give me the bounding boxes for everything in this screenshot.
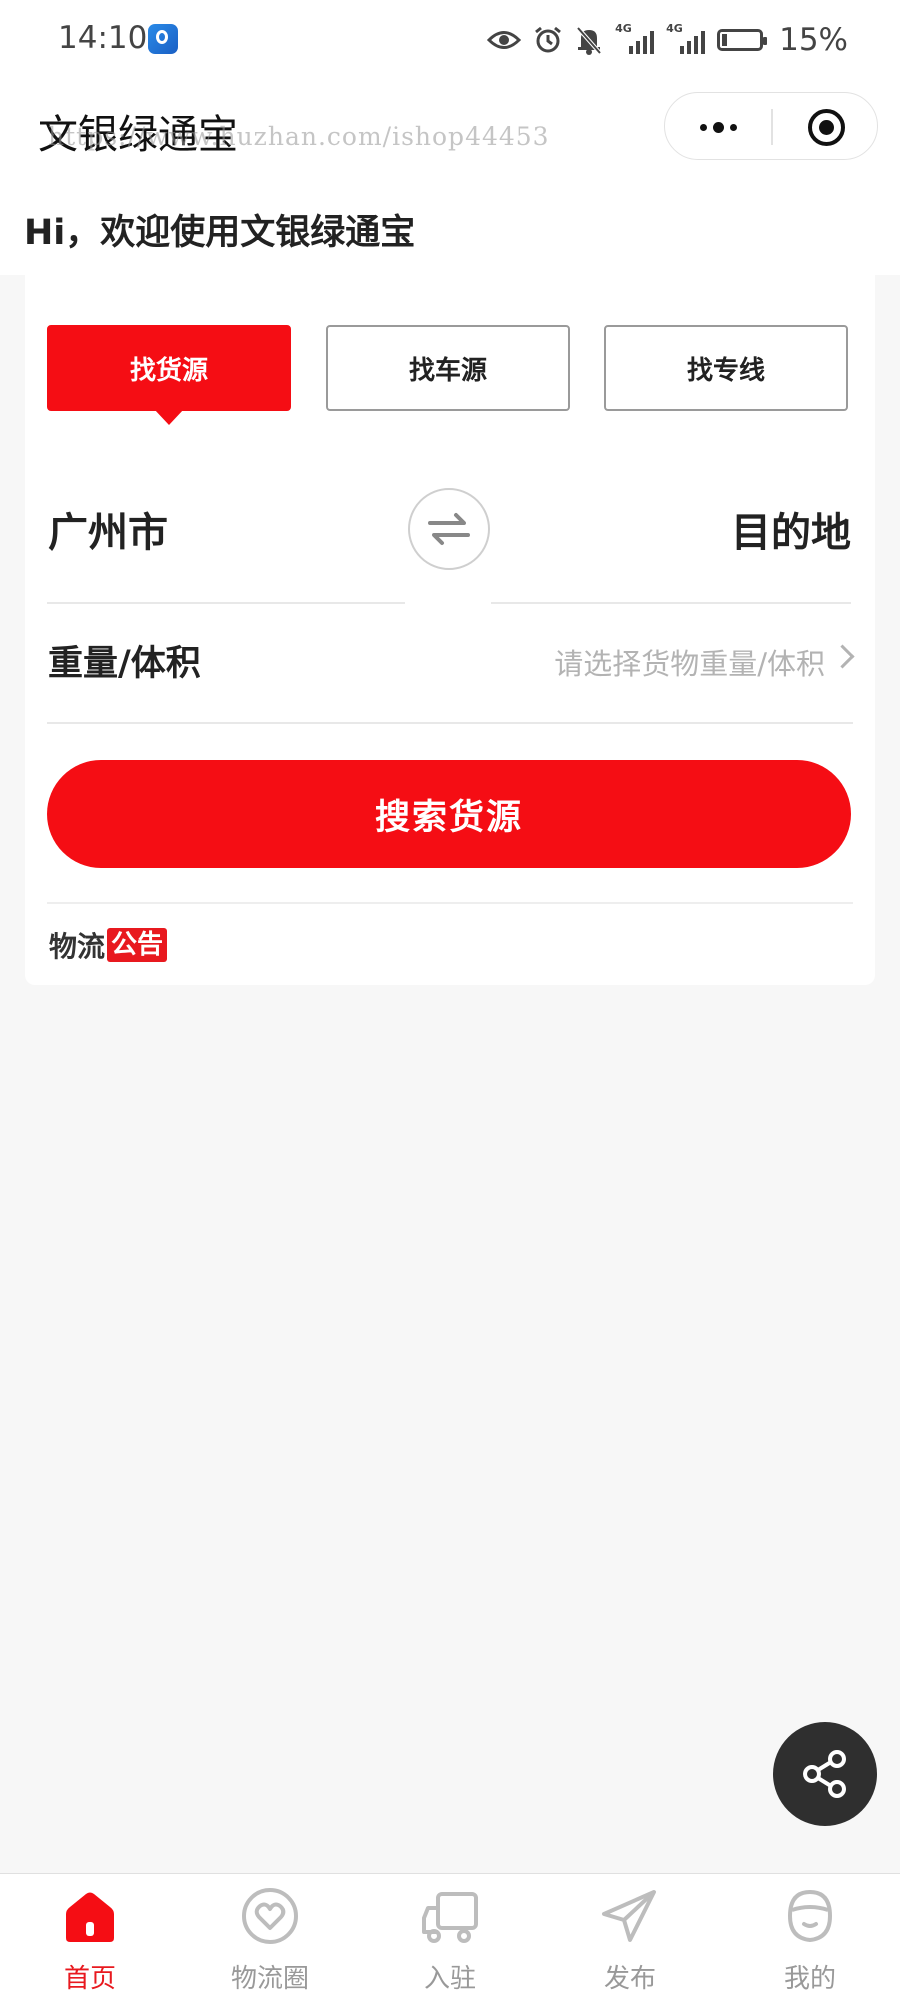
swap-icon xyxy=(428,513,470,545)
notice-badge: 公告 xyxy=(107,928,168,962)
heart-chat-icon xyxy=(242,1888,298,1944)
home-icon xyxy=(66,1892,114,1942)
eye-icon xyxy=(487,31,522,49)
divider xyxy=(47,602,405,604)
network-type-label: 4G xyxy=(666,22,683,35)
destination-city[interactable]: 目的地 xyxy=(731,500,851,558)
tab-label: 入驻 xyxy=(423,1964,476,1994)
app-notification-icon xyxy=(148,24,178,54)
tab-find-lines[interactable]: 找专线 xyxy=(604,325,848,411)
tab-join[interactable]: 入驻 xyxy=(380,1886,520,1996)
battery-percent: 15% xyxy=(779,22,848,58)
status-bar: 14:10 4G 4G 15% xyxy=(0,0,900,80)
truck-icon xyxy=(422,1892,478,1943)
signal-icon: 4G xyxy=(666,22,706,54)
divider xyxy=(47,722,853,724)
more-icon[interactable] xyxy=(665,93,771,161)
profile-icon xyxy=(787,1889,833,1943)
tab-find-goods[interactable]: 找货源 xyxy=(47,325,291,425)
share-icon xyxy=(803,1750,846,1798)
divider xyxy=(47,902,853,904)
search-goods-button[interactable]: 搜索货源 xyxy=(47,760,851,868)
close-miniprogram-icon[interactable] xyxy=(808,109,845,146)
miniprogram-capsule xyxy=(664,92,878,160)
greeting-text: Hi，欢迎使用文银绿通宝 xyxy=(24,213,416,253)
tab-label: 首页 xyxy=(63,1964,116,1994)
battery-icon xyxy=(717,29,768,51)
tab-publish[interactable]: 发布 xyxy=(560,1886,700,1996)
notice-label: 物流 xyxy=(49,930,106,963)
tab-label: 我的 xyxy=(783,1964,836,1994)
logistics-notice[interactable]: 物流 公告 xyxy=(49,925,168,965)
battery-fill xyxy=(722,34,728,46)
mute-bell-icon xyxy=(576,26,602,55)
status-time: 14:10 xyxy=(58,20,148,56)
network-type-label: 4G xyxy=(615,22,632,35)
origin-city[interactable]: 广州市 xyxy=(48,500,168,558)
search-card: 找货源 找车源 找专线 广州市 目的地 重量/体积 请选择货物重量/体积 搜索货… xyxy=(25,275,875,985)
signal-icon: 4G xyxy=(615,22,655,54)
tab-label: 发布 xyxy=(603,1964,656,1994)
weight-volume-label: 重量/体积 xyxy=(48,644,201,684)
status-icons: 4G 4G 15% xyxy=(487,20,848,60)
alarm-icon xyxy=(535,26,562,53)
watermark: https://www.huzhan.com/ishop44453 xyxy=(48,122,550,151)
tab-logistics-circle[interactable]: 物流圈 xyxy=(200,1886,340,1996)
capsule-divider xyxy=(771,109,773,145)
swap-button[interactable] xyxy=(408,488,490,570)
bottom-tab-bar: 首页 物流圈 入驻 发布 我的 xyxy=(0,1873,900,2001)
divider xyxy=(491,602,851,604)
tab-label: 物流圈 xyxy=(230,1964,309,1994)
weight-volume-selector[interactable]: 请选择货物重量/体积 xyxy=(554,641,825,683)
page-header: 文银绿通宝 https://www.huzhan.com/ishop44453 … xyxy=(0,80,900,275)
tab-find-trucks[interactable]: 找车源 xyxy=(326,325,570,411)
chevron-right-icon[interactable] xyxy=(830,644,855,669)
tab-mine[interactable]: 我的 xyxy=(740,1886,880,1996)
send-icon xyxy=(602,1890,656,1942)
tab-home[interactable]: 首页 xyxy=(20,1886,160,1996)
share-button[interactable] xyxy=(773,1722,877,1826)
